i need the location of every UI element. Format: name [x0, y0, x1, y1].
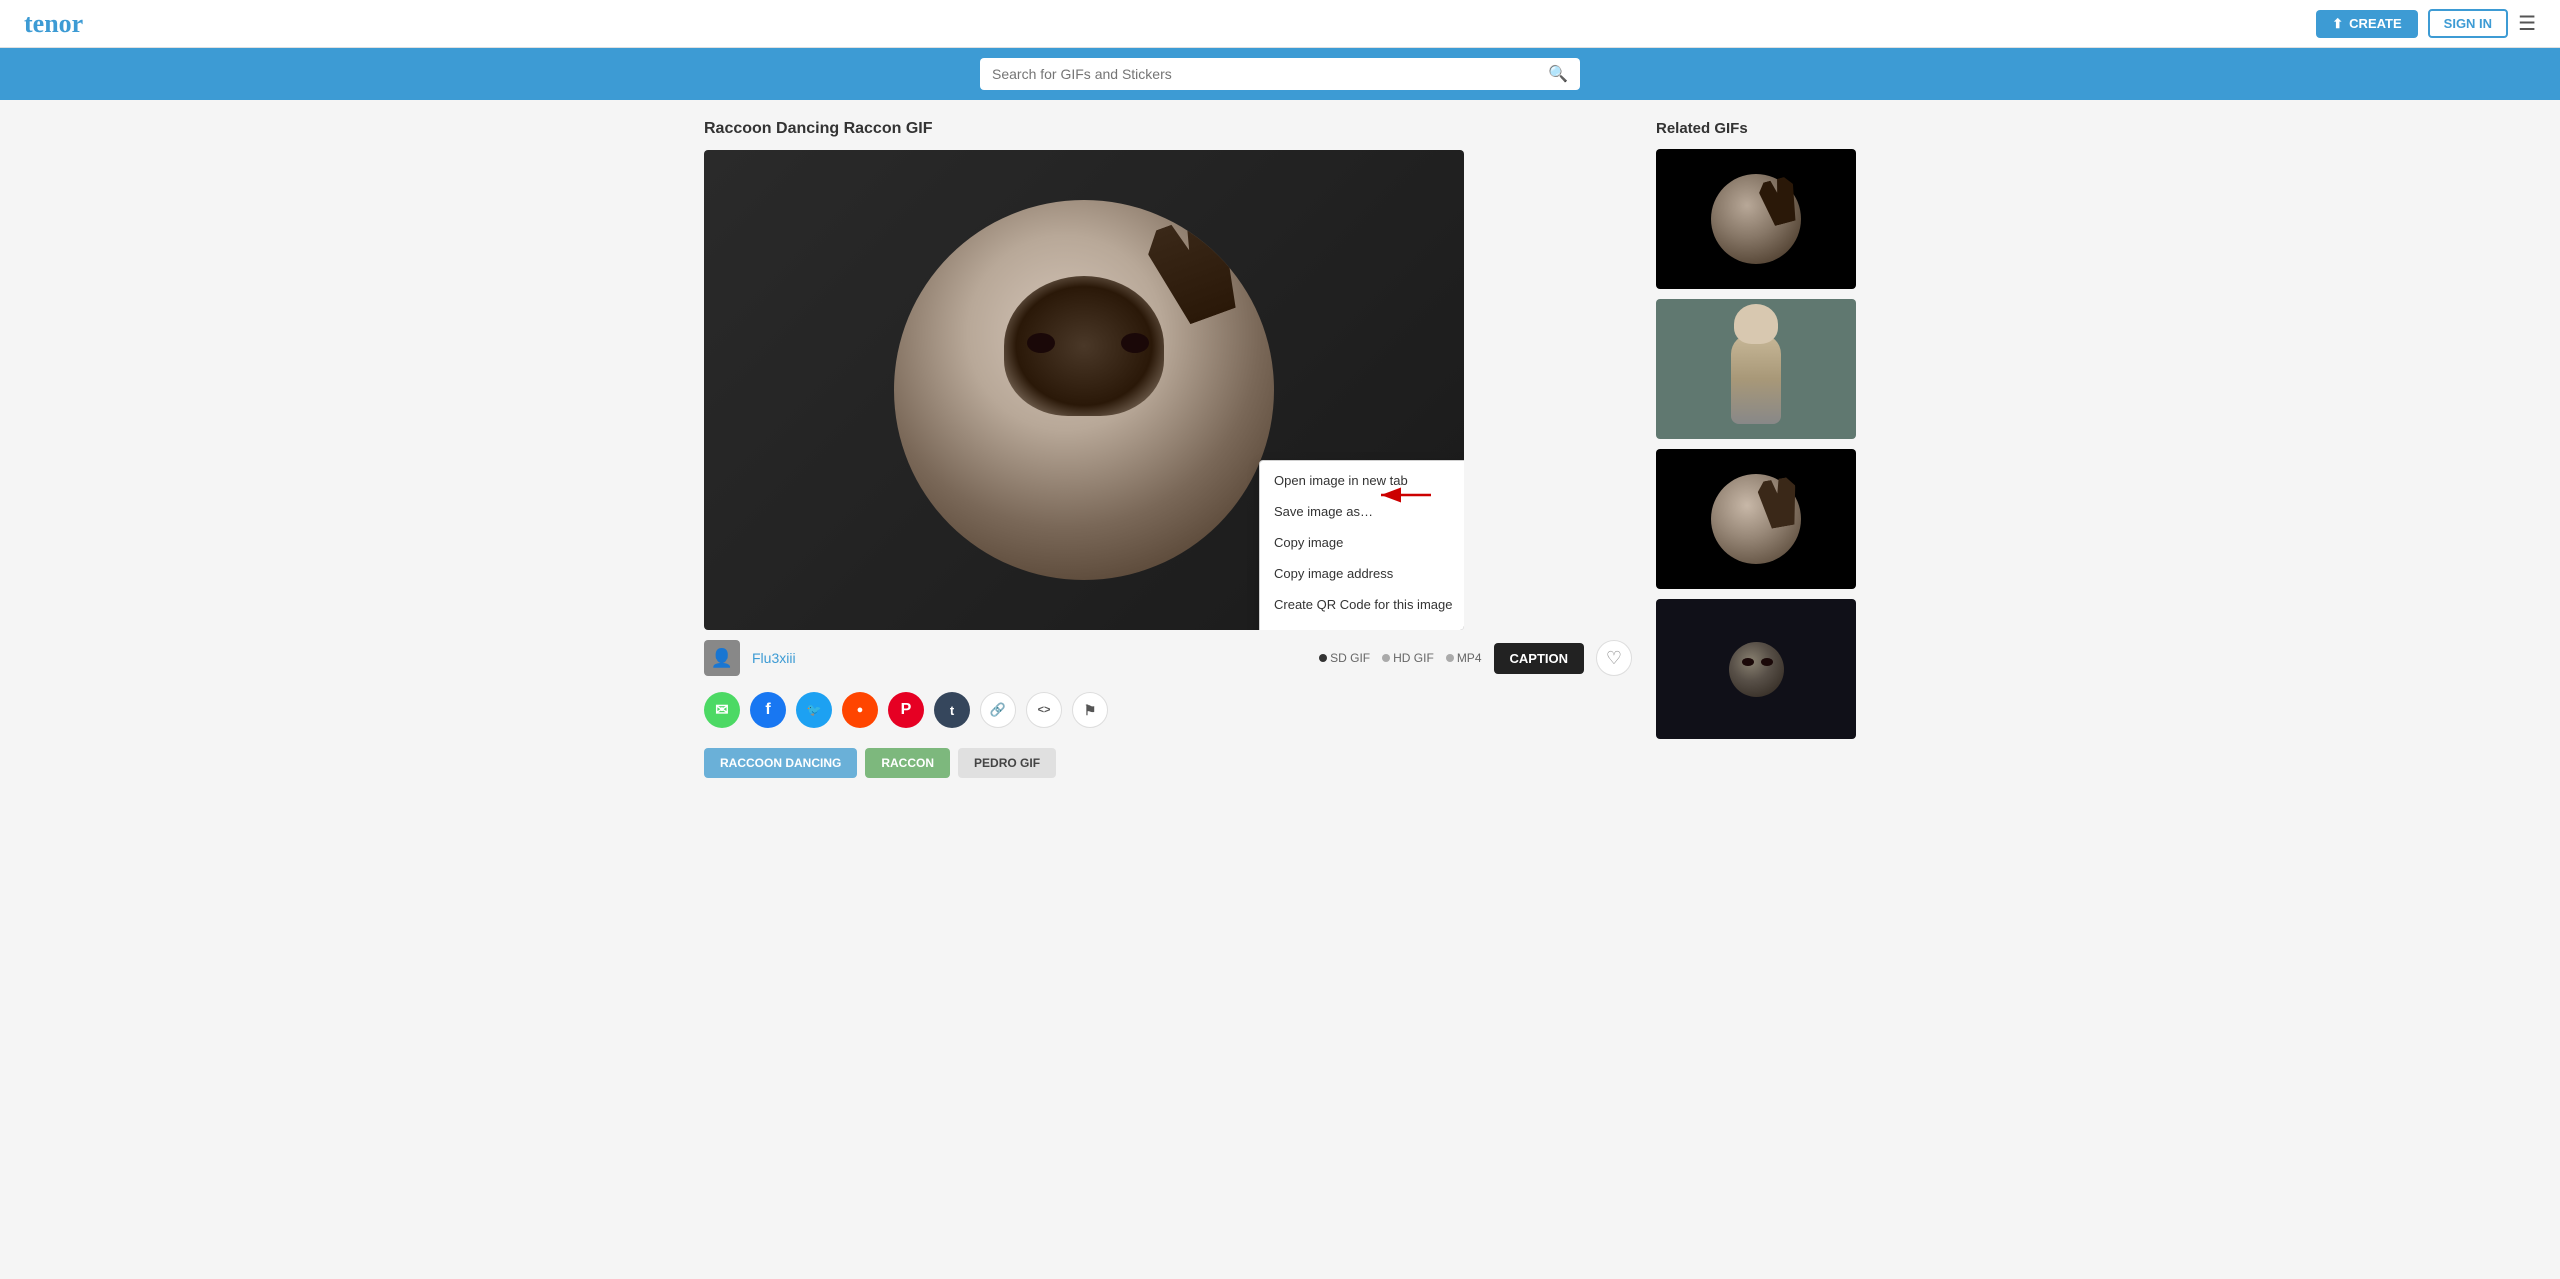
search-input[interactable]: [992, 66, 1548, 82]
site-logo: tenor: [24, 9, 83, 39]
main-content: Raccoon Dancing Raccon GIF Open image in…: [680, 100, 1880, 798]
right-section: Related GIFs: [1656, 120, 1856, 778]
share-embed-button[interactable]: <>: [1026, 692, 1062, 728]
gif-image: [894, 200, 1274, 580]
share-report-button[interactable]: ⚑: [1072, 692, 1108, 728]
share-row: ✉ f 🐦 ● P t 🔗 <> ⚑: [704, 692, 1632, 728]
share-twitter-button[interactable]: 🐦: [796, 692, 832, 728]
raccoon-eye-left: [1027, 333, 1055, 353]
tag-raccoon-dancing[interactable]: RACCOON DANCING: [704, 748, 857, 778]
share-tumblr-button[interactable]: t: [934, 692, 970, 728]
related-gifs-title: Related GIFs: [1656, 120, 1856, 137]
search-bar: 🔍: [0, 48, 2560, 100]
ctx-copy-image[interactable]: Copy image: [1260, 527, 1464, 558]
share-reddit-button[interactable]: ●: [842, 692, 878, 728]
raccoon-hand: [1141, 208, 1250, 329]
avatar: 👤: [704, 640, 740, 676]
ctx-copy-image-address[interactable]: Copy image address: [1260, 558, 1464, 589]
upload-icon: ⬆: [2332, 16, 2343, 32]
page-title: Raccoon Dancing Raccon GIF: [704, 120, 1632, 138]
search-icon[interactable]: 🔍: [1548, 64, 1568, 84]
hd-gif-dot: [1382, 654, 1390, 662]
related-gif-4[interactable]: [1656, 599, 1856, 739]
format-mp4[interactable]: MP4: [1446, 651, 1482, 665]
username-link[interactable]: Flu3xiii: [752, 650, 796, 666]
menu-icon[interactable]: ☰: [2518, 11, 2536, 36]
format-hd-gif[interactable]: HD GIF: [1382, 651, 1434, 665]
related-gif-3[interactable]: [1656, 449, 1856, 589]
related-gif-2[interactable]: [1656, 299, 1856, 439]
caption-button[interactable]: CAPTION: [1494, 643, 1585, 674]
ctx-create-qr[interactable]: Create QR Code for this image: [1260, 589, 1464, 620]
format-options: SD GIF HD GIF MP4: [1319, 651, 1481, 665]
left-section: Raccoon Dancing Raccon GIF Open image in…: [704, 120, 1632, 778]
gif-viewer: Open image in new tab Save image as… Cop…: [704, 150, 1464, 630]
sd-gif-dot: [1319, 654, 1327, 662]
ctx-search-with-google[interactable]: Search image with Google: [1260, 620, 1464, 630]
raccoon-eye-right: [1121, 333, 1149, 353]
signin-button[interactable]: SIGN IN: [2428, 9, 2508, 38]
tag-pedro-gif[interactable]: PEDRO GIF: [958, 748, 1056, 778]
gif-controls: 👤 Flu3xiii SD GIF HD GIF MP4 CAPTION ♡: [704, 640, 1632, 676]
mp4-dot: [1446, 654, 1454, 662]
share-link-button[interactable]: 🔗: [980, 692, 1016, 728]
favorite-button[interactable]: ♡: [1596, 640, 1632, 676]
share-facebook-button[interactable]: f: [750, 692, 786, 728]
tag-raccon[interactable]: RACCON: [865, 748, 950, 778]
share-pinterest-button[interactable]: P: [888, 692, 924, 728]
tags-row: RACCOON DANCING RACCON PEDRO GIF: [704, 748, 1632, 778]
save-gif-arrow: [1376, 480, 1436, 513]
create-button[interactable]: ⬆ CREATE: [2316, 10, 2417, 38]
create-label: CREATE: [2349, 16, 2401, 31]
site-header: tenor ⬆ CREATE SIGN IN ☰: [0, 0, 2560, 48]
search-container: 🔍: [980, 58, 1580, 90]
related-gif-1[interactable]: [1656, 149, 1856, 289]
share-sms-button[interactable]: ✉: [704, 692, 740, 728]
format-sd-gif[interactable]: SD GIF: [1319, 651, 1370, 665]
